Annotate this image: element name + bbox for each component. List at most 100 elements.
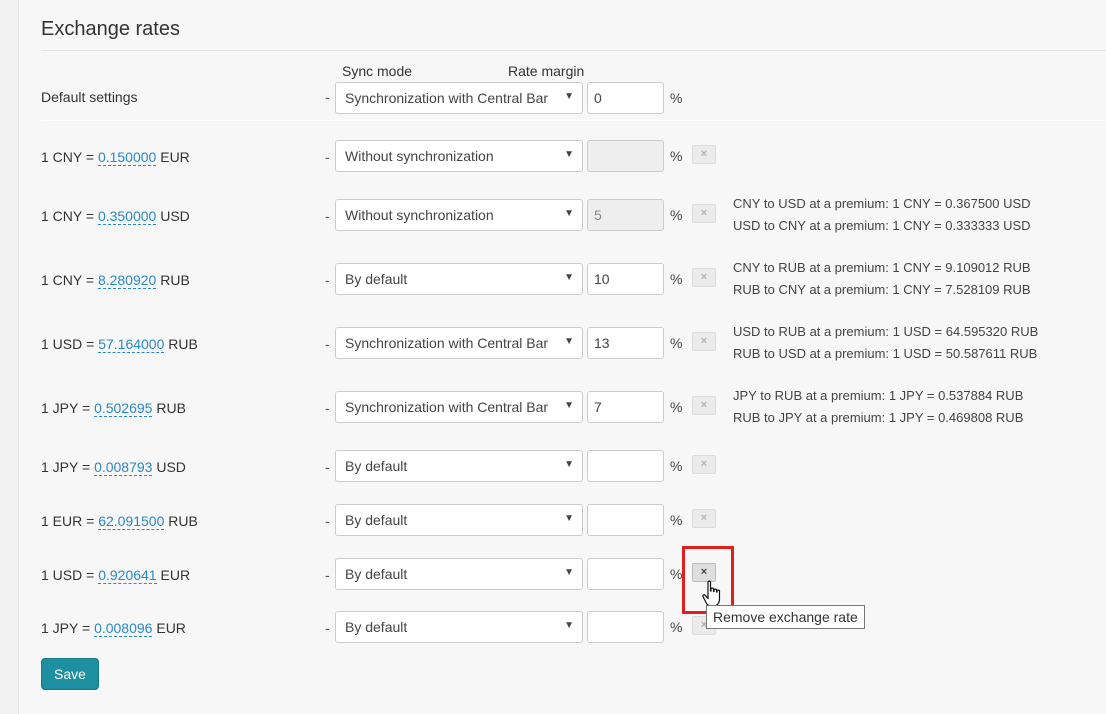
rate-row: 1 JPY = 0.008096 EUR - By default ▼% × <box>0 611 1106 647</box>
rate-margin-header: Rate margin <box>508 63 585 79</box>
rate-prefix: 1 EUR = <box>41 513 99 529</box>
remove-rate-button[interactable]: × <box>692 268 716 287</box>
close-icon: × <box>700 271 708 283</box>
rate-margin-input[interactable]: 10 <box>587 263 664 295</box>
percent-sign: % <box>670 148 683 164</box>
dash: - <box>325 567 330 583</box>
remove-rate-button[interactable]: × <box>692 396 716 415</box>
rate-row: 1 CNY = 8.280920 RUB - By default ▼ 10% × CNY … <box>0 260 1106 299</box>
sync-mode-value: By default <box>345 512 408 528</box>
premium-line: CNY to USD at a premium: 1 CNY = 0.36750… <box>733 196 1031 211</box>
chevron-down-icon: ▼ <box>564 513 574 524</box>
rate-suffix: RUB <box>152 400 186 416</box>
chevron-down-icon: ▼ <box>564 459 574 470</box>
remove-rate-button[interactable]: × <box>692 455 716 474</box>
rate-prefix: 1 CNY = <box>41 208 98 224</box>
rate-margin-input[interactable] <box>587 450 664 482</box>
rate-margin-input[interactable] <box>587 504 664 536</box>
remove-rate-button[interactable]: × <box>692 509 716 528</box>
rate-pair: 1 EUR = 62.091500 RUB <box>41 513 198 530</box>
rate-margin-input: 5 <box>587 199 664 231</box>
rate-margin-value: 0 <box>594 90 602 106</box>
rate-suffix: RUB <box>164 513 198 529</box>
rate-value-link[interactable]: 0.150000 <box>97 149 157 166</box>
page-title: Exchange rates <box>41 18 180 40</box>
tooltip: Remove exchange rate <box>706 605 865 629</box>
rate-prefix: 1 CNY = <box>41 149 98 165</box>
rate-margin-input[interactable]: 0 <box>587 82 664 114</box>
rate-pair: 1 CNY = 0.350000 USD <box>41 208 190 225</box>
premium-line: RUB to JPY at a premium: 1 JPY = 0.46980… <box>733 410 1024 425</box>
sync-mode-select[interactable]: By default ▼ <box>335 450 583 482</box>
rate-value-link[interactable]: 8.280920 <box>97 272 157 289</box>
dash: - <box>325 459 330 475</box>
percent-sign: % <box>670 207 683 223</box>
rate-suffix: RUB <box>156 272 190 288</box>
rate-margin-input[interactable]: 13 <box>587 327 664 359</box>
rate-value-link[interactable]: 0.502695 <box>94 400 153 417</box>
rate-row: 1 USD = 57.164000 RUB - Synchronization wi… <box>0 324 1106 363</box>
percent-sign: % <box>670 90 683 106</box>
rate-value-link[interactable]: 62.091500 <box>98 513 165 530</box>
sync-mode-select[interactable]: By default ▼ <box>335 611 583 643</box>
chevron-down-icon: ▼ <box>564 91 574 102</box>
sync-mode-select[interactable]: Synchronization with Central Bar ▼ <box>335 327 583 359</box>
rate-suffix: USD <box>156 208 190 224</box>
rate-value-link[interactable]: 0.008793 <box>94 459 153 476</box>
premium-info: CNY to RUB at a premium: 1 CNY = 9.10901… <box>733 257 1031 301</box>
percent-sign: % <box>670 271 683 287</box>
save-button[interactable]: Save <box>41 658 99 690</box>
percent-sign: % <box>670 512 683 528</box>
rate-margin-input[interactable] <box>587 611 664 643</box>
sync-mode-header: Sync mode <box>342 63 413 79</box>
dash: - <box>325 400 330 416</box>
sync-mode-select[interactable]: By default ▼ <box>335 558 583 590</box>
premium-line: USD to RUB at a premium: 1 USD = 64.5953… <box>733 324 1039 339</box>
close-icon: × <box>700 399 708 411</box>
rate-suffix: EUR <box>156 567 191 583</box>
rate-value-link[interactable]: 57.164000 <box>98 336 165 353</box>
sync-mode-value: Without synchronization <box>345 148 494 164</box>
sync-mode-select[interactable]: Synchronization with Central Bar ▼ <box>335 82 583 114</box>
remove-rate-button[interactable]: × <box>692 332 716 351</box>
close-icon: × <box>700 458 708 470</box>
sync-mode-select[interactable]: By default ▼ <box>335 263 583 295</box>
percent-sign: % <box>670 566 683 582</box>
sync-mode-select[interactable]: By default ▼ <box>335 504 583 536</box>
rate-prefix: 1 USD = <box>41 567 99 583</box>
sync-mode-select[interactable]: Synchronization with Central Bar ▼ <box>335 391 583 423</box>
premium-info: USD to RUB at a premium: 1 USD = 64.5953… <box>733 321 1038 365</box>
rate-row: 1 CNY = 0.150000 EUR - Without synchroniza… <box>0 140 1106 176</box>
dash: - <box>325 620 330 636</box>
rate-value-link[interactable]: 0.008096 <box>94 620 153 637</box>
premium-info: CNY to USD at a premium: 1 CNY = 0.36750… <box>733 193 1031 237</box>
chevron-down-icon: ▼ <box>564 400 574 411</box>
rate-row: 1 EUR = 62.091500 RUB - By default ▼% × <box>0 504 1106 540</box>
rate-prefix: 1 JPY = <box>41 400 95 416</box>
premium-line: CNY to RUB at a premium: 1 CNY = 9.10901… <box>733 260 1031 275</box>
sync-mode-value: Synchronization with Central Bar <box>345 335 549 351</box>
rate-prefix: 1 USD = <box>41 336 99 352</box>
rate-value-link[interactable]: 0.920641 <box>98 567 157 584</box>
percent-sign: % <box>670 399 683 415</box>
sync-mode-select[interactable]: Without synchronization ▼ <box>335 199 583 231</box>
close-icon: × <box>700 148 708 160</box>
sync-mode-select[interactable]: Without synchronization ▼ <box>335 140 583 172</box>
sync-mode-value: Synchronization with Central Bar <box>345 90 549 106</box>
dash: - <box>325 336 330 352</box>
remove-rate-button[interactable]: × <box>692 204 716 223</box>
dash: - <box>325 149 330 165</box>
rate-margin-input[interactable]: 7 <box>587 391 664 423</box>
title-divider <box>41 50 1106 51</box>
chevron-down-icon: ▼ <box>564 208 574 219</box>
rate-suffix: RUB <box>164 336 198 352</box>
rate-value-link[interactable]: 0.350000 <box>97 208 157 225</box>
default-divider <box>41 120 1106 121</box>
close-icon: × <box>700 207 708 219</box>
rate-prefix: 1 CNY = <box>41 272 98 288</box>
remove-rate-button[interactable]: × <box>692 145 716 164</box>
dash: - <box>325 89 330 105</box>
rate-margin-input[interactable] <box>587 558 664 590</box>
dash: - <box>325 272 330 288</box>
rate-pair: 1 CNY = 8.280920 RUB <box>41 272 190 289</box>
